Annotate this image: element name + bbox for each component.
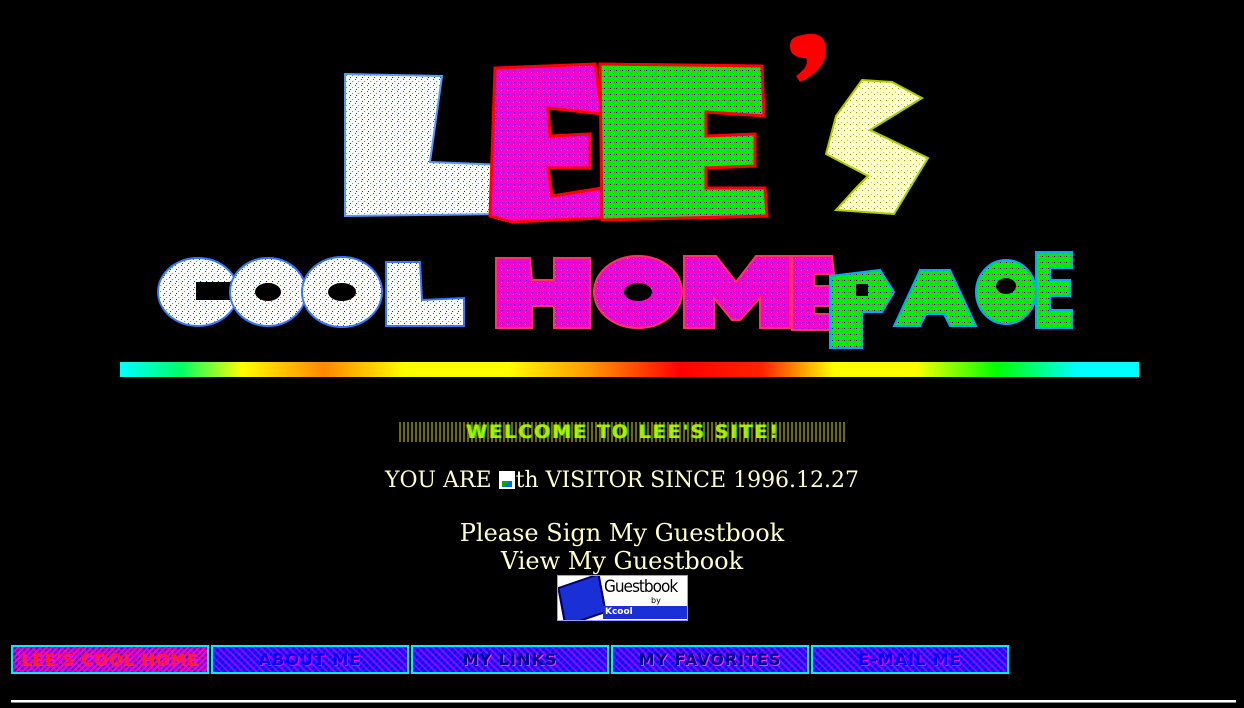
welcome-banner: WELCOME TO LEE'S SITE!: [399, 422, 847, 442]
visitor-counter-line: YOU ARE th VISITOR SINCE 1996.12.27: [0, 466, 1244, 496]
site-logo: [150, 30, 1090, 360]
welcome-text: WELCOME TO LEE'S SITE!: [466, 422, 780, 442]
horizontal-rule: [11, 700, 1236, 703]
page: WELCOME TO LEE'S SITE! YOU ARE th VISITO…: [0, 0, 1244, 708]
logo-word-home: [495, 255, 836, 331]
nav-links-button[interactable]: MY LINKS: [411, 645, 609, 674]
nav-favorites-label: MY FAVORITES: [638, 650, 782, 669]
nav-links-label: MY LINKS: [462, 650, 558, 669]
logo-letter-l: [344, 72, 509, 218]
nav-bar: LEE'S COOL HOME ABOUT ME MY LINKS MY FAV…: [11, 645, 1009, 674]
rainbow-divider: [120, 362, 1139, 377]
nav-home-button[interactable]: LEE'S COOL HOME: [11, 645, 209, 674]
book-icon: [558, 576, 607, 620]
nav-email-label: E-MAIL ME: [858, 650, 962, 669]
broken-image-icon: [498, 471, 515, 489]
badge-brand: Kcool: [603, 606, 687, 619]
badge-title: Guestbook: [604, 577, 678, 597]
logo-letter-s: [824, 78, 930, 216]
nav-about-label: ABOUT ME: [258, 650, 362, 669]
nav-home-label: LEE'S COOL HOME: [21, 650, 199, 669]
logo-word-page: [829, 251, 1073, 349]
nav-favorites-button[interactable]: MY FAVORITES: [611, 645, 809, 674]
nav-about-button[interactable]: ABOUT ME: [211, 645, 409, 674]
sign-guestbook-link[interactable]: Please Sign My Guestbook: [0, 519, 1244, 547]
guestbook-badge[interactable]: Guestbook by Kcool: [557, 575, 688, 621]
view-guestbook-link[interactable]: View My Guestbook: [0, 547, 1244, 575]
logo-letter-e1: [488, 62, 604, 224]
logo-graphic: [157, 33, 1073, 349]
logo-word-cool: [157, 256, 465, 328]
visitor-prefix: YOU ARE: [384, 468, 499, 493]
logo-letter-e2: [598, 62, 769, 222]
logo-apostrophe: [790, 33, 826, 82]
visitor-suffix: th VISITOR SINCE 1996.12.27: [515, 468, 860, 493]
badge-sub: by: [651, 596, 661, 605]
nav-email-button[interactable]: E-MAIL ME: [811, 645, 1009, 674]
